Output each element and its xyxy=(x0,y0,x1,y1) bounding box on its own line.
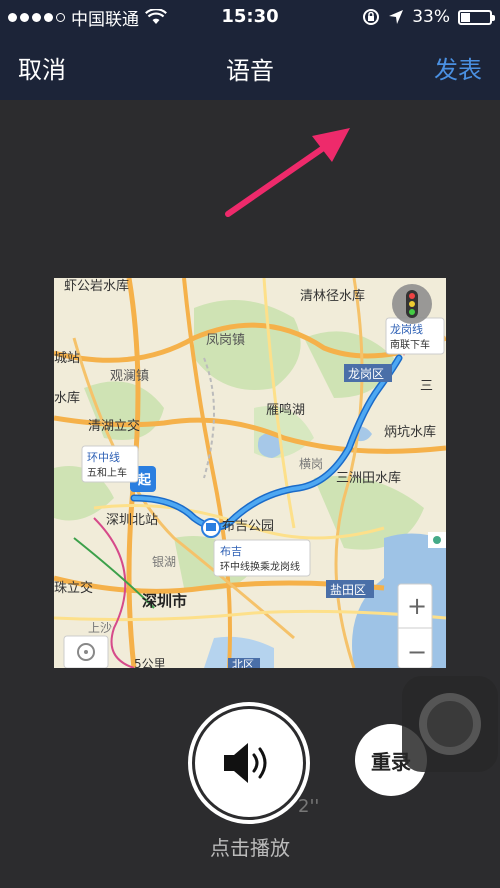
location-arrow-icon xyxy=(389,10,404,24)
map-label: 清湖立交 xyxy=(88,418,140,434)
play-button[interactable] xyxy=(188,702,310,824)
map-label: 5公里 xyxy=(134,657,166,668)
callout-line: 布吉 xyxy=(220,545,242,558)
map-label: 盐田区 xyxy=(330,583,366,597)
map-label: 深圳北站 xyxy=(106,513,158,528)
callout-line: 龙岗线 xyxy=(390,322,423,336)
map-label: 城站 xyxy=(54,351,80,366)
traffic-toggle-button[interactable] xyxy=(392,284,432,324)
battery-icon xyxy=(458,9,495,25)
locate-button[interactable] xyxy=(63,635,109,668)
map-label: 北区 xyxy=(232,658,254,668)
callout-start: 环中线 五和上车 xyxy=(81,445,139,483)
map-label: 深圳市 xyxy=(142,592,187,610)
status-right: 33% xyxy=(362,0,495,34)
map-label: 布吉公园 xyxy=(222,519,274,534)
assistive-touch-button[interactable] xyxy=(402,676,498,772)
status-bar: 中国联通 15:30 33% xyxy=(0,0,500,34)
start-marker-label: 起 xyxy=(137,472,152,488)
map-label: 三 xyxy=(420,379,433,394)
map-label: 银湖 xyxy=(152,554,176,569)
map-label: 龙岗区 xyxy=(348,367,384,381)
map-label: 上沙 xyxy=(88,621,112,635)
zoom-out-button[interactable]: − xyxy=(407,638,427,666)
speaker-icon xyxy=(224,743,267,783)
assistive-touch-ring xyxy=(419,693,481,755)
map-label: 虾公岩水库 xyxy=(64,278,129,294)
callout-sub: 五和上车 xyxy=(87,466,127,479)
play-button-face xyxy=(195,709,303,817)
callout-mid: 布吉 环中线换乘龙岗线 xyxy=(213,539,311,577)
recording-duration: 2'' xyxy=(298,796,320,817)
play-hint-label: 点击播放 xyxy=(210,836,290,860)
map-label: 三洲田水库 xyxy=(336,470,401,486)
map-label: 珠立交 xyxy=(54,580,93,596)
callout-sub: 南联下车 xyxy=(390,338,430,351)
zoom-controls: + − xyxy=(397,583,433,668)
battery-percent: 33% xyxy=(412,7,450,27)
map-label: 横岗 xyxy=(299,457,323,471)
compass-icon xyxy=(428,532,446,548)
map-label: 水库 xyxy=(54,390,80,406)
map-canvas: 虾公岩水库 清林径水库 凤岗镇 观澜镇 城站 水库 雁鸣湖 清湖立交 龙岗区 炳… xyxy=(54,278,446,668)
map-label: 炳坑水库 xyxy=(384,424,436,440)
callout-line: 环中线 xyxy=(87,450,120,464)
map-label: 雁鸣湖 xyxy=(266,402,305,418)
rotation-lock-icon xyxy=(363,9,380,25)
navigation-bar: 取消 语音 发表 xyxy=(0,34,500,100)
map-label: 观澜镇 xyxy=(110,369,149,384)
callout-sub: 环中线换乘龙岗线 xyxy=(220,560,300,573)
map-label: 清林径水库 xyxy=(300,288,365,304)
pointer-arrow-icon xyxy=(225,128,350,217)
page-title: 语音 xyxy=(226,57,274,85)
post-button[interactable]: 发表 xyxy=(434,50,482,85)
map-label: 凤岗镇 xyxy=(206,333,245,348)
zoom-in-button[interactable]: + xyxy=(407,592,427,620)
map-image[interactable]: 虾公岩水库 清林径水库 凤岗镇 观澜镇 城站 水库 雁鸣湖 清湖立交 龙岗区 炳… xyxy=(54,278,446,668)
